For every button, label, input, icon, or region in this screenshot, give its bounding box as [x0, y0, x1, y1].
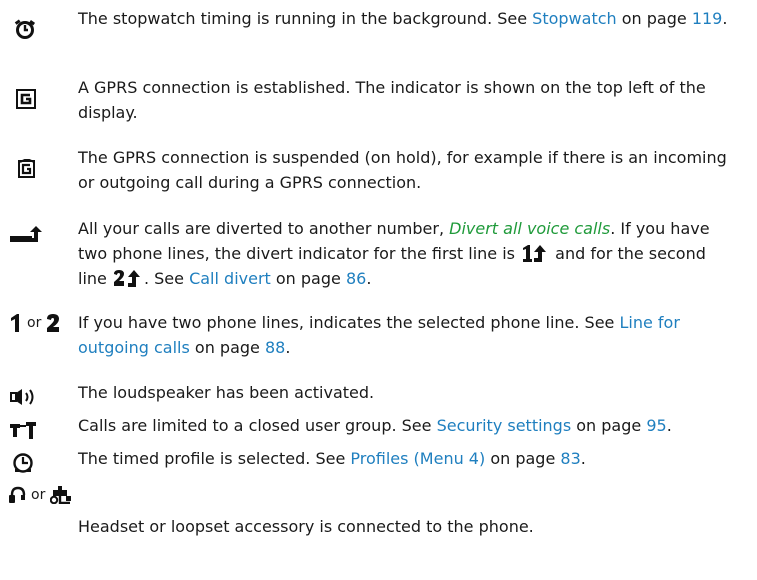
entry-headset-loopset-text: Headset or loopset accessory is connecte… [78, 517, 534, 536]
entry-call-divert-text: All your calls are diverted to another n… [78, 219, 710, 288]
gprs-icon [16, 89, 36, 109]
entry-line-select-text: If you have two phone lines, indicates t… [78, 313, 680, 357]
page-83-link[interactable]: 83 [560, 449, 580, 468]
entry-call-divert: All your calls are diverted to another n… [0, 216, 757, 291]
headset-icon [9, 486, 26, 503]
entry-closed-user-group-text: Calls are limited to a closed user group… [78, 416, 672, 435]
line2-divert-icon [113, 270, 140, 287]
call-divert-icon [10, 226, 42, 242]
line-select-icons: or [10, 310, 60, 336]
loopset-icon [50, 486, 72, 504]
entry-timed-profile-text: The timed profile is selected. See Profi… [78, 449, 586, 468]
entry-gprs: A GPRS connection is established. The in… [0, 75, 757, 125]
entry-loudspeaker-text: The loudspeaker has been activated. [78, 383, 375, 402]
entry-gprs-suspended: The GPRS connection is suspended (on hol… [0, 145, 757, 195]
entry-stopwatch-text: The stopwatch timing is running in the b… [78, 9, 728, 28]
profiles-menu-4-link[interactable]: Profiles (Menu 4) [350, 449, 485, 468]
page-86-link[interactable]: 86 [346, 269, 366, 288]
manual-page: The stopwatch timing is running in the b… [0, 0, 757, 580]
page-95-link[interactable]: 95 [646, 416, 666, 435]
loudspeaker-icon [10, 389, 34, 405]
or-label: or [27, 314, 42, 331]
page-119-link[interactable]: 119 [692, 9, 723, 28]
security-settings-link[interactable]: Security settings [437, 416, 572, 435]
entry-gprs-suspended-text: The GPRS connection is suspended (on hol… [78, 148, 727, 192]
gprs-suspended-icon [18, 159, 35, 178]
line1-icon [11, 314, 19, 332]
divert-all-voice-calls-link[interactable]: Divert all voice calls [449, 219, 610, 238]
headset-loopset-icons: or [8, 482, 72, 508]
line1-divert-icon [523, 245, 547, 262]
entry-gprs-text: A GPRS connection is established. The in… [78, 78, 706, 122]
line2-icon [47, 314, 60, 332]
entry-loudspeaker: The loudspeaker has been activated. [0, 380, 757, 406]
page-88-link[interactable]: 88 [265, 338, 285, 357]
entry-timed-profile: The timed profile is selected. See Profi… [0, 446, 757, 473]
entry-stopwatch: The stopwatch timing is running in the b… [0, 6, 757, 56]
entry-closed-user-group: Calls are limited to a closed user group… [0, 413, 757, 439]
stopwatch-link[interactable]: Stopwatch [532, 9, 616, 28]
call-divert-link[interactable]: Call divert [189, 269, 271, 288]
or-label: or [31, 486, 46, 503]
stopwatch-icon [14, 19, 36, 39]
entry-line-select: or If you have two phone lines, indicate… [0, 310, 757, 360]
timed-profile-icon [13, 453, 33, 473]
closed-user-group-icon [10, 422, 36, 439]
entry-headset-loopset: or Headset or loopset accessory is conne… [0, 480, 757, 560]
